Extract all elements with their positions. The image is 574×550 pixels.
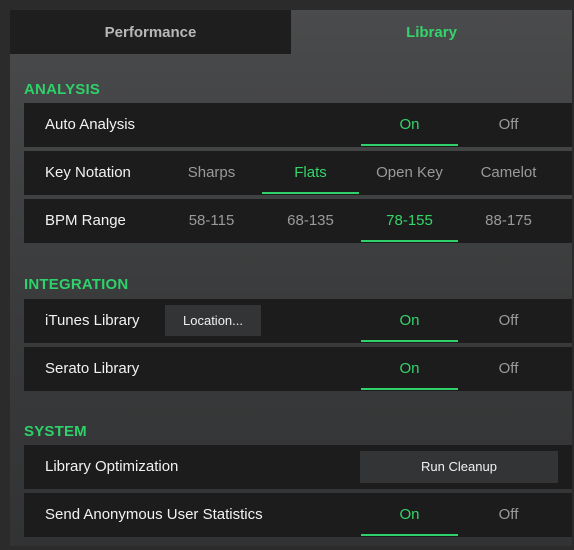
- section-title-integration: INTEGRATION: [24, 276, 129, 293]
- itunes-library-on-button[interactable]: On: [360, 299, 459, 343]
- key-notation-open-key-button[interactable]: Open Key: [360, 151, 459, 195]
- bpm-range-68-135-button[interactable]: 68-135: [261, 199, 360, 243]
- itunes-library-label: iTunes Library: [45, 312, 140, 329]
- serato-library-row: Serato Library On Off: [24, 347, 572, 391]
- itunes-library-row: iTunes Library Location... On Off: [24, 299, 572, 343]
- anonymous-stats-on-button[interactable]: On: [360, 493, 459, 537]
- key-notation-flats-button[interactable]: Flats: [261, 151, 360, 195]
- bpm-range-row: BPM Range 58-115 68-135 78-155 88-175: [24, 199, 572, 243]
- auto-analysis-on-button[interactable]: On: [360, 103, 459, 147]
- serato-library-on-button[interactable]: On: [360, 347, 459, 391]
- library-optimization-row: Library Optimization Run Cleanup: [24, 445, 572, 489]
- bpm-range-58-115-button[interactable]: 58-115: [162, 199, 261, 243]
- key-notation-label: Key Notation: [45, 164, 131, 181]
- bpm-range-label: BPM Range: [45, 212, 126, 229]
- itunes-library-off-button[interactable]: Off: [459, 299, 558, 343]
- run-cleanup-button[interactable]: Run Cleanup: [360, 451, 558, 483]
- serato-library-label: Serato Library: [45, 360, 140, 377]
- bpm-range-78-155-button[interactable]: 78-155: [360, 199, 459, 243]
- key-notation-row: Key Notation Sharps Flats Open Key Camel…: [24, 151, 572, 195]
- tab-bar: Performance Library: [10, 10, 572, 54]
- anonymous-stats-off-button[interactable]: Off: [459, 493, 558, 537]
- key-notation-camelot-button[interactable]: Camelot: [459, 151, 558, 195]
- tab-performance[interactable]: Performance: [10, 10, 291, 54]
- auto-analysis-row: Auto Analysis On Off: [24, 103, 572, 147]
- anonymous-stats-label: Send Anonymous User Statistics: [45, 506, 263, 523]
- anonymous-stats-row: Send Anonymous User Statistics On Off: [24, 493, 572, 537]
- auto-analysis-label: Auto Analysis: [45, 116, 136, 133]
- itunes-location-button[interactable]: Location...: [165, 305, 261, 336]
- auto-analysis-off-button[interactable]: Off: [459, 103, 558, 147]
- section-title-analysis: ANALYSIS: [24, 81, 101, 98]
- bpm-range-88-175-button[interactable]: 88-175: [459, 199, 558, 243]
- library-optimization-label: Library Optimization: [45, 458, 179, 475]
- key-notation-sharps-button[interactable]: Sharps: [162, 151, 261, 195]
- settings-panel: Performance Library ANALYSIS Auto Analys…: [10, 10, 572, 546]
- tab-library[interactable]: Library: [291, 10, 572, 54]
- section-title-system: SYSTEM: [24, 423, 87, 440]
- serato-library-off-button[interactable]: Off: [459, 347, 558, 391]
